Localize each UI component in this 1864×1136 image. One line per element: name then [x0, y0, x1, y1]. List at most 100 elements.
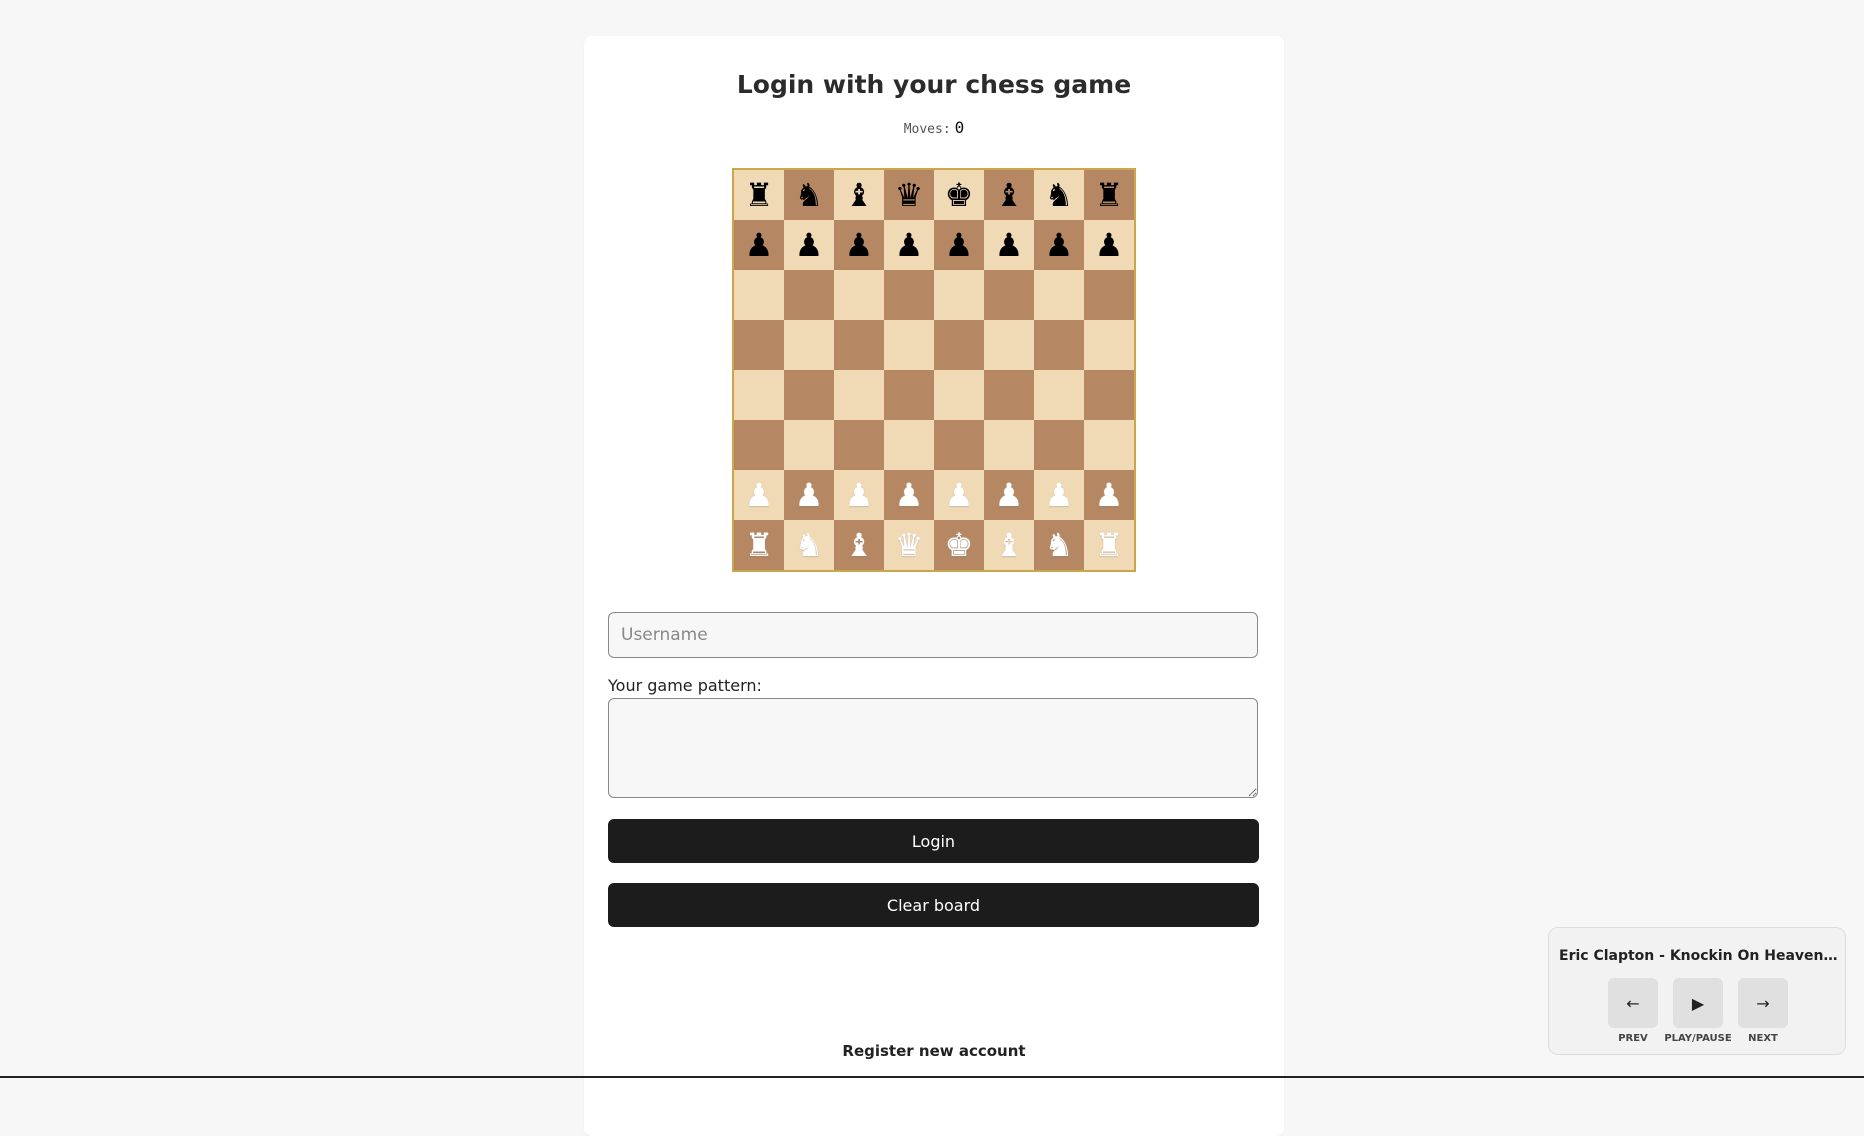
- square-f4[interactable]: [984, 370, 1034, 420]
- square-g7[interactable]: ♟: [1034, 220, 1084, 270]
- square-e3[interactable]: [934, 420, 984, 470]
- square-h2[interactable]: ♟: [1084, 470, 1134, 520]
- square-c2[interactable]: ♟: [834, 470, 884, 520]
- arrow-left-icon: ←: [1626, 993, 1640, 1013]
- square-c8[interactable]: ♝: [834, 170, 884, 220]
- square-b2[interactable]: ♟: [784, 470, 834, 520]
- square-c5[interactable]: [834, 320, 884, 370]
- square-d2[interactable]: ♟: [884, 470, 934, 520]
- clear-board-button[interactable]: Clear board: [608, 883, 1259, 927]
- square-d7[interactable]: ♟: [884, 220, 934, 270]
- square-f5[interactable]: [984, 320, 1034, 370]
- square-f6[interactable]: [984, 270, 1034, 320]
- game-pattern-field[interactable]: [608, 698, 1258, 798]
- chess-piece-icon: ♞: [1044, 176, 1074, 214]
- square-b3[interactable]: [784, 420, 834, 470]
- square-b8[interactable]: ♞: [784, 170, 834, 220]
- register-link[interactable]: Register new account: [584, 1042, 1284, 1060]
- square-h1[interactable]: ♜: [1084, 520, 1134, 570]
- track-title: Eric Clapton - Knockin On Heaven s Do...: [1559, 948, 1839, 964]
- arrow-right-icon: →: [1756, 993, 1770, 1013]
- square-g4[interactable]: [1034, 370, 1084, 420]
- square-g8[interactable]: ♞: [1034, 170, 1084, 220]
- chess-piece-icon: ♟: [1094, 476, 1124, 514]
- login-card: Login with your chess game Moves: 0 ♜ ♞ ♝ ♛ ♚…: [584, 36, 1284, 1136]
- square-f1[interactable]: ♝: [984, 520, 1034, 570]
- square-c6[interactable]: [834, 270, 884, 320]
- square-c1[interactable]: ♝: [834, 520, 884, 570]
- square-g6[interactable]: [1034, 270, 1084, 320]
- chess-piece-icon: ♟: [794, 226, 824, 264]
- chess-board[interactable]: ♜ ♞ ♝ ♛ ♚ ♝ ♞ ♜ ♟ ♟ ♟ ♟ ♟ ♟ ♟ ♟ ♟ ♟ ♟ ♟ ♟ ♟ ♟ ♟ ♜ ♞ ♝ ♛ ♚ ♝ ♞ ♜: [732, 168, 1136, 572]
- square-f2[interactable]: ♟: [984, 470, 1034, 520]
- square-g1[interactable]: ♞: [1034, 520, 1084, 570]
- square-a8[interactable]: ♜: [734, 170, 784, 220]
- moves-counter: Moves: 0: [584, 118, 1284, 137]
- square-h6[interactable]: [1084, 270, 1134, 320]
- square-d5[interactable]: [884, 320, 934, 370]
- moves-label: Moves:: [903, 122, 951, 137]
- chess-piece-icon: ♟: [794, 476, 824, 514]
- play-pause-button[interactable]: ▶: [1673, 978, 1723, 1028]
- square-h4[interactable]: [1084, 370, 1134, 420]
- square-f7[interactable]: ♟: [984, 220, 1034, 270]
- square-f8[interactable]: ♝: [984, 170, 1034, 220]
- square-a2[interactable]: ♟: [734, 470, 784, 520]
- chess-piece-icon: ♜: [1094, 526, 1124, 564]
- chess-piece-icon: ♞: [794, 176, 824, 214]
- square-a4[interactable]: [734, 370, 784, 420]
- chess-piece-icon: ♛: [894, 526, 924, 564]
- square-c4[interactable]: [834, 370, 884, 420]
- username-input[interactable]: [608, 612, 1258, 658]
- chess-piece-icon: ♟: [944, 226, 974, 264]
- square-e6[interactable]: [934, 270, 984, 320]
- square-c3[interactable]: [834, 420, 884, 470]
- square-c7[interactable]: ♟: [834, 220, 884, 270]
- square-d3[interactable]: [884, 420, 934, 470]
- chess-piece-icon: ♜: [1094, 176, 1124, 214]
- square-g5[interactable]: [1034, 320, 1084, 370]
- chess-piece-icon: ♝: [844, 526, 874, 564]
- chess-piece-icon: ♟: [844, 476, 874, 514]
- square-g3[interactable]: [1034, 420, 1084, 470]
- chess-piece-icon: ♟: [894, 226, 924, 264]
- chess-piece-icon: ♟: [744, 226, 774, 264]
- square-a5[interactable]: [734, 320, 784, 370]
- square-e1[interactable]: ♚: [934, 520, 984, 570]
- square-e7[interactable]: ♟: [934, 220, 984, 270]
- music-player: Eric Clapton - Knockin On Heaven s Do...…: [1548, 927, 1846, 1055]
- square-e5[interactable]: [934, 320, 984, 370]
- square-b7[interactable]: ♟: [784, 220, 834, 270]
- square-e8[interactable]: ♚: [934, 170, 984, 220]
- moves-count: 0: [954, 118, 965, 137]
- chess-piece-icon: ♚: [944, 526, 974, 564]
- square-d1[interactable]: ♛: [884, 520, 934, 570]
- square-b1[interactable]: ♞: [784, 520, 834, 570]
- next-button[interactable]: →: [1738, 978, 1788, 1028]
- square-b6[interactable]: [784, 270, 834, 320]
- chess-piece-icon: ♝: [994, 176, 1024, 214]
- square-a7[interactable]: ♟: [734, 220, 784, 270]
- game-pattern-label: Your game pattern:: [608, 676, 762, 695]
- square-g2[interactable]: ♟: [1034, 470, 1084, 520]
- chess-piece-icon: ♟: [1094, 226, 1124, 264]
- square-h3[interactable]: [1084, 420, 1134, 470]
- square-a1[interactable]: ♜: [734, 520, 784, 570]
- square-e2[interactable]: ♟: [934, 470, 984, 520]
- next-label: NEXT: [1748, 1033, 1778, 1044]
- square-b4[interactable]: [784, 370, 834, 420]
- square-e4[interactable]: [934, 370, 984, 420]
- square-d8[interactable]: ♛: [884, 170, 934, 220]
- square-a6[interactable]: [734, 270, 784, 320]
- chess-piece-icon: ♟: [944, 476, 974, 514]
- prev-button[interactable]: ←: [1608, 978, 1658, 1028]
- square-h7[interactable]: ♟: [1084, 220, 1134, 270]
- square-d6[interactable]: [884, 270, 934, 320]
- square-a3[interactable]: [734, 420, 784, 470]
- square-h8[interactable]: ♜: [1084, 170, 1134, 220]
- square-f3[interactable]: [984, 420, 1034, 470]
- login-button[interactable]: Login: [608, 819, 1259, 863]
- square-d4[interactable]: [884, 370, 934, 420]
- square-h5[interactable]: [1084, 320, 1134, 370]
- square-b5[interactable]: [784, 320, 834, 370]
